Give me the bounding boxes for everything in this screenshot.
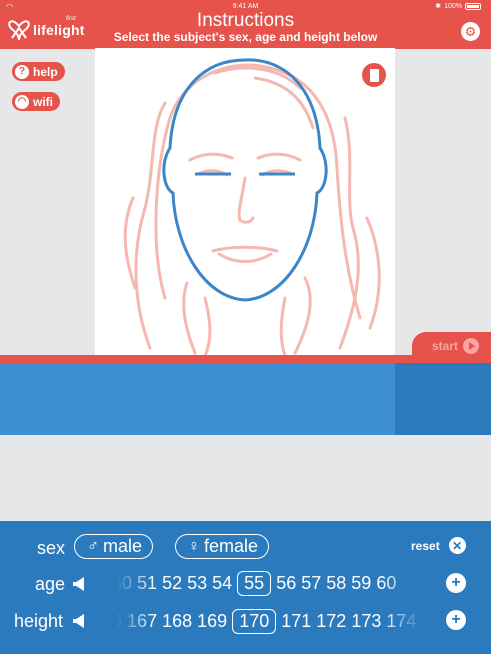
age-value[interactable]: 52 (162, 573, 182, 594)
height-value[interactable]: 171 (281, 611, 311, 632)
age-value[interactable]: 53 (187, 573, 207, 594)
height-values: 166 167168169170171172173174 (116, 608, 421, 634)
info-band (0, 363, 395, 435)
age-value[interactable]: 60 (376, 573, 396, 594)
settings-gear-icon[interactable]: ⚙ (461, 22, 480, 41)
reset-label: reset (411, 538, 440, 553)
height-value[interactable]: 173 (351, 611, 381, 632)
height-value[interactable]: 169 (197, 611, 227, 632)
status-time: 9:41 AM (232, 3, 259, 10)
age-value-selected[interactable]: 55 (237, 570, 272, 596)
face-illustration (123, 58, 381, 356)
height-value-selected[interactable]: 170 (232, 608, 277, 634)
age-decrease-arrow-icon[interactable] (73, 577, 84, 591)
wifi-button[interactable]: ◠ wifi (12, 92, 60, 111)
male-label: male (103, 536, 143, 556)
age-selector[interactable]: 50 51 52 53 54 55 56 57 58 59 60 (116, 570, 422, 596)
subject-controls-panel: sex ♂ male ♀ female reset ✕ age 50 51 52 53… (0, 521, 491, 654)
sex-label: sex (37, 538, 66, 558)
phone-icon (369, 68, 379, 82)
male-person-icon: ♂ (87, 537, 99, 555)
close-icon: ✕ (448, 537, 466, 554)
age-value[interactable]: 54 (212, 573, 232, 594)
face-camera-view (95, 48, 395, 356)
age-value[interactable]: 57 (301, 573, 321, 594)
age-label: age (35, 574, 66, 594)
phone-position-button[interactable] (362, 63, 386, 87)
wifi-label: wifi (33, 94, 53, 109)
female-person-icon: ♀ (188, 537, 200, 555)
play-icon (463, 338, 480, 354)
age-value[interactable]: 56 (276, 573, 296, 594)
height-value[interactable]: 174 (386, 611, 416, 632)
age-value[interactable]: 50 (116, 573, 132, 594)
height-selector[interactable]: 166 167168169170171172173174 (116, 608, 422, 634)
age-value[interactable]: 51 (137, 573, 157, 594)
page-title: Instructions (196, 10, 295, 31)
wifi-icon: ◠ (15, 94, 29, 109)
female-label: female (204, 536, 259, 556)
help-button[interactable]: ? help (12, 62, 65, 81)
male-button[interactable]: ♂ male (74, 534, 154, 559)
bluetooth-icon: ✱ (435, 3, 442, 10)
battery-indicator: ✱ 100% (435, 2, 481, 10)
height-value[interactable]: 172 (316, 611, 346, 632)
start-button[interactable]: start (412, 332, 491, 360)
height-decrease-arrow-icon[interactable] (73, 614, 84, 628)
reset-button[interactable]: reset ✕ (411, 537, 466, 554)
female-button[interactable]: ♀ female (175, 534, 270, 559)
start-label: start (432, 339, 459, 353)
age-increase-plus-icon[interactable]: + (446, 573, 466, 593)
age-value[interactable]: 59 (351, 573, 371, 594)
app-header: ◠ 9:41 AM ✱ 100% lifelight first Instruc… (0, 0, 491, 49)
battery-icon (465, 2, 481, 10)
help-label: help (33, 64, 58, 79)
height-label: height (14, 611, 64, 631)
height-value[interactable]: 166 (116, 611, 122, 632)
question-icon: ? (15, 64, 29, 79)
age-value[interactable]: 58 (326, 573, 346, 594)
info-band-side (395, 363, 491, 435)
age-values: 50 51 52 53 54 55 56 57 58 59 60 (116, 570, 401, 596)
battery-percent: 100% (444, 2, 462, 10)
height-increase-plus-icon[interactable]: + (446, 610, 466, 630)
page-subtitle: Select the subject's sex, age and height… (113, 30, 378, 44)
height-value[interactable]: 168 (162, 611, 192, 632)
height-value[interactable]: 167 (127, 611, 157, 632)
